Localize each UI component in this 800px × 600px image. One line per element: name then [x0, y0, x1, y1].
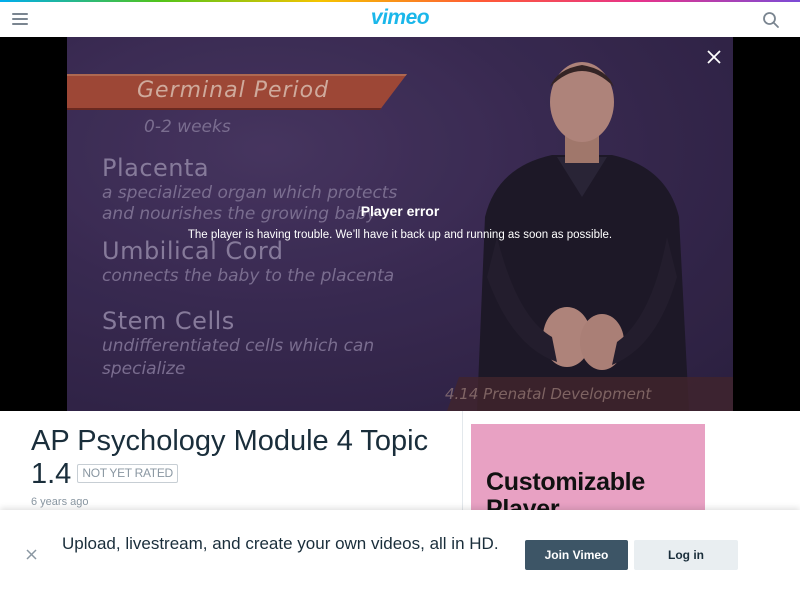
player-error-message: The player is having trouble. We’ll have…: [187, 229, 613, 241]
error-overlay: [67, 37, 733, 411]
search-icon[interactable]: [762, 11, 780, 29]
close-icon[interactable]: [706, 49, 722, 65]
close-icon[interactable]: [25, 548, 38, 561]
player-error-title: Player error: [360, 203, 440, 219]
signup-banner: Upload, livestream, and create your own …: [0, 510, 800, 600]
signup-message: Upload, livestream, and create your own …: [62, 534, 499, 553]
top-bar: vimeo: [0, 2, 800, 37]
rating-badge: NOT YET RATED: [77, 464, 178, 483]
promo-card[interactable]: Customizable Player: [471, 424, 705, 524]
vimeo-logo[interactable]: vimeo: [0, 6, 800, 30]
log-in-button[interactable]: Log in: [634, 540, 738, 570]
video-title: AP Psychology Module 4 Topic 1.4 NOT YET …: [31, 425, 451, 491]
video-player[interactable]: Germinal Period 0-2 weeks Placenta a spe…: [0, 37, 800, 411]
upload-age: 6 years ago: [31, 496, 89, 508]
join-vimeo-button[interactable]: Join Vimeo: [525, 540, 628, 570]
video-frame: Germinal Period 0-2 weeks Placenta a spe…: [67, 37, 733, 411]
